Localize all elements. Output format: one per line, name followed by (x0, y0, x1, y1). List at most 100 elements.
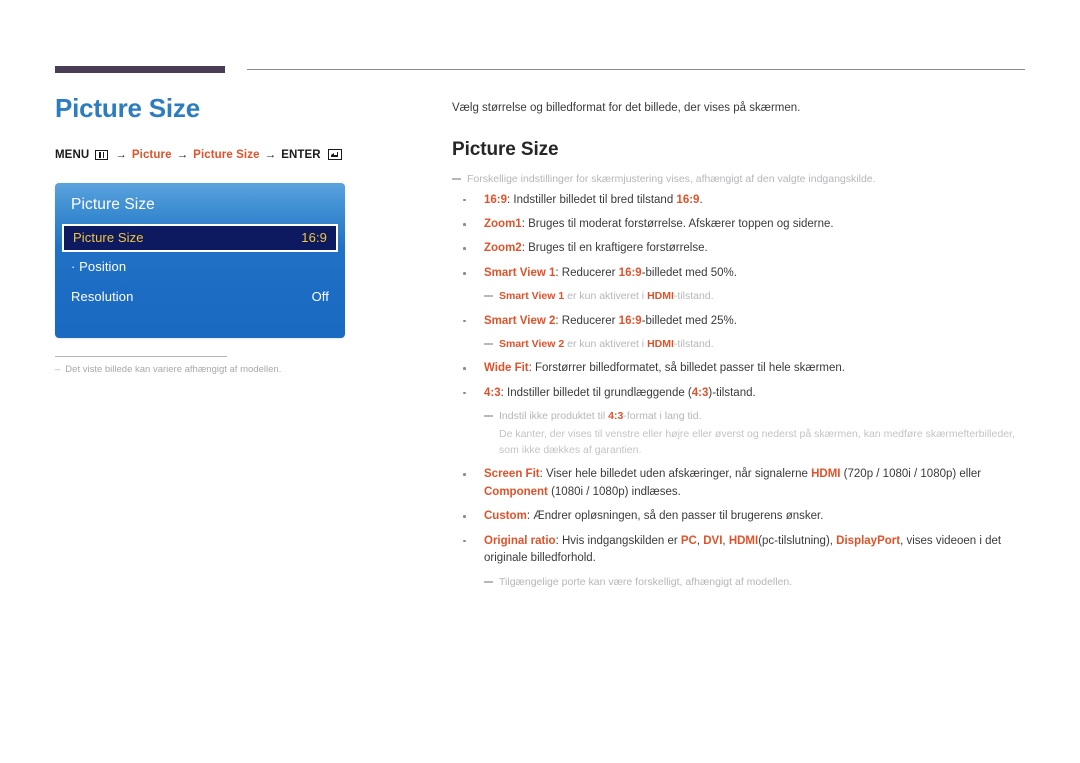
smart-view-1-note: Smart View 1 er kun aktiveret i HDMI-til… (452, 288, 1028, 304)
menu-navigation-path: MENU → Picture → Picture Size → ENTER (55, 149, 415, 161)
note-end: -tilstand. (673, 338, 714, 351)
option-desc-a: : Reducerer (555, 266, 619, 279)
osd-row-label: Picture Size (73, 230, 144, 246)
intro-paragraph: Vælg størrelse og billedformat for det b… (452, 102, 801, 114)
four-three-note: Indstil ikke produktet til 4:3-format i … (452, 408, 1028, 424)
option-desc-a: : Forstørrer billedformatet, så billedet… (528, 362, 845, 375)
option-desc-a: : Viser hele billedet uden afskæringer, … (539, 468, 812, 481)
footnote-row: – Det viste billede kan variere afhængig… (55, 363, 281, 375)
option-term: Smart View 1 (484, 266, 556, 279)
option-highlight: 16:9 (618, 266, 642, 279)
right-column: Vælg størrelse og billedformat for det b… (452, 100, 1028, 599)
list-item: 16:9: Indstiller billedet til bred tilst… (452, 192, 1028, 209)
note-highlight: HDMI (647, 338, 674, 351)
option-highlight-pc: PC (680, 534, 697, 547)
option-highlight: 4:3 (691, 386, 709, 399)
option-highlight: 16:9 (618, 314, 642, 327)
list-item: 4:3: Indstiller billedet til grundlæggen… (452, 385, 1028, 402)
list-item: Zoom2: Bruges til en kraftigere forstørr… (452, 240, 1028, 257)
menu-label: MENU (55, 148, 90, 161)
list-item: Smart View 1: Reducerer 16:9-billedet me… (452, 265, 1028, 282)
option-desc-a: : Ændrer opløsningen, så den passer til … (526, 510, 824, 523)
osd-row-label: · Position (71, 259, 127, 275)
osd-panel-title: Picture Size (71, 195, 155, 213)
osd-row-picture-size[interactable]: Picture Size 16:9 (62, 223, 338, 252)
section-title: Picture Size (452, 139, 559, 161)
osd-row-label: Resolution (71, 289, 134, 305)
manual-page: Picture Size MENU → Picture → Picture Si… (0, 0, 1080, 763)
option-highlight-component: Component (484, 485, 548, 498)
enter-label: ENTER (281, 148, 321, 161)
menu-grid-icon (95, 149, 109, 160)
option-term: Zoom1 (484, 217, 522, 230)
option-desc-b: . (699, 193, 703, 206)
list-item: Smart View 2: Reducerer 16:9-billedet me… (452, 313, 1028, 330)
footnote-dash: – (55, 363, 61, 375)
option-term: Zoom2 (484, 242, 522, 255)
option-highlight-dvi: DVI (703, 534, 723, 547)
path-step-picture[interactable]: Picture (132, 149, 172, 161)
left-column: Picture Size MENU → Picture → Picture Si… (55, 94, 415, 375)
note-post: -format i lang tid. (623, 410, 702, 423)
path-arrow-1: → (115, 148, 127, 161)
note-term: Smart View 2 (499, 338, 565, 351)
option-desc-c: (1080i / 1080p) indlæses. (547, 485, 681, 498)
option-desc-a: : Hvis indgangskilden er (555, 534, 681, 547)
osd-row-position[interactable]: · Position (55, 252, 345, 282)
option-desc-b: )-tilstand. (708, 386, 756, 399)
option-desc-a: : Bruges til moderat forstørrelse. Afskæ… (521, 217, 834, 230)
list-item: Wide Fit: Forstørrer billedformatet, så … (452, 360, 1028, 377)
option-term: 16:9 (484, 193, 508, 206)
option-term: Screen Fit (484, 468, 540, 481)
bottom-note: Tilgængelige porte kan være forskelligt,… (452, 574, 1028, 590)
option-term: Wide Fit (484, 362, 529, 375)
note-mid: er kun aktiveret i (564, 338, 648, 351)
note-end: -tilstand. (673, 290, 714, 303)
path-step-picture-size[interactable]: Picture Size (193, 149, 259, 161)
four-three-note-continuation: De kanter, der vises til venstre eller h… (499, 427, 1015, 456)
left-page-title: Picture Size (55, 93, 200, 123)
osd-menu-panel: Picture Size Picture Size 16:9 · Positio… (55, 182, 345, 338)
option-highlight: 16:9 (676, 193, 700, 206)
left-footnote: – Det viste billede kan variere afhængig… (55, 355, 281, 375)
enter-key-icon (327, 149, 342, 161)
option-highlight-hdmi: HDMI (728, 534, 759, 547)
option-desc-a: : Indstiller billedet til grundlæggende … (500, 386, 692, 399)
option-term: Custom (484, 510, 527, 523)
option-desc-b: -billedet med 50%. (641, 266, 737, 279)
note-text: Tilgængelige porte kan være forskelligt,… (499, 576, 793, 589)
note-pre: Indstil ikke produktet til (499, 410, 609, 423)
option-term: Original ratio (484, 534, 556, 547)
option-desc-b: (pc-tilslutning), (758, 534, 837, 547)
rule-thick-accent (55, 66, 225, 73)
option-desc-a: : Reducerer (555, 314, 619, 327)
path-arrow-2: → (176, 148, 189, 161)
list-item: Zoom1: Bruges til moderat forstørrelse. … (452, 216, 1028, 233)
section-top-note: Forskellige indstillinger for skærmjuste… (452, 171, 1028, 187)
list-item: Original ratio: Hvis indgangskilden er P… (452, 533, 1028, 568)
path-arrow-3: → (264, 148, 277, 161)
note-highlight: HDMI (647, 290, 674, 303)
list-item: Custom: Ændrer opløsningen, så den passe… (452, 508, 1028, 525)
option-highlight-displayport: DisplayPort (836, 534, 901, 547)
option-term: 4:3 (484, 386, 501, 399)
option-highlight-hdmi: HDMI (811, 468, 841, 481)
option-desc-a: : Bruges til en kraftigere forstørrelse. (521, 242, 708, 255)
page-top-rule (55, 66, 1025, 76)
note-mid: er kun aktiveret i (564, 290, 648, 303)
note-term: Smart View 1 (499, 290, 565, 303)
osd-row-value: Off (311, 289, 329, 305)
smart-view-2-note: Smart View 2 er kun aktiveret i HDMI-til… (452, 336, 1028, 352)
osd-row-value: 16:9 (301, 230, 327, 246)
list-item: Screen Fit: Viser hele billedet uden afs… (452, 466, 1028, 501)
rule-thin-line (247, 69, 1025, 70)
note-text: Forskellige indstillinger for skærmjuste… (467, 173, 876, 186)
option-desc-b: -billedet med 25%. (641, 314, 737, 327)
osd-row-resolution[interactable]: Resolution Off (55, 282, 345, 312)
footnote-divider (55, 355, 227, 357)
option-term: Smart View 2 (484, 314, 556, 327)
picture-size-option-list: 16:9: Indstiller billedet til bred tilst… (452, 192, 1028, 591)
option-desc-b: (720p / 1080i / 1080p) eller (840, 468, 982, 481)
footnote-text: Det viste billede kan variere afhængigt … (65, 363, 282, 375)
option-desc-a: : Indstiller billedet til bred tilstand (507, 193, 677, 206)
